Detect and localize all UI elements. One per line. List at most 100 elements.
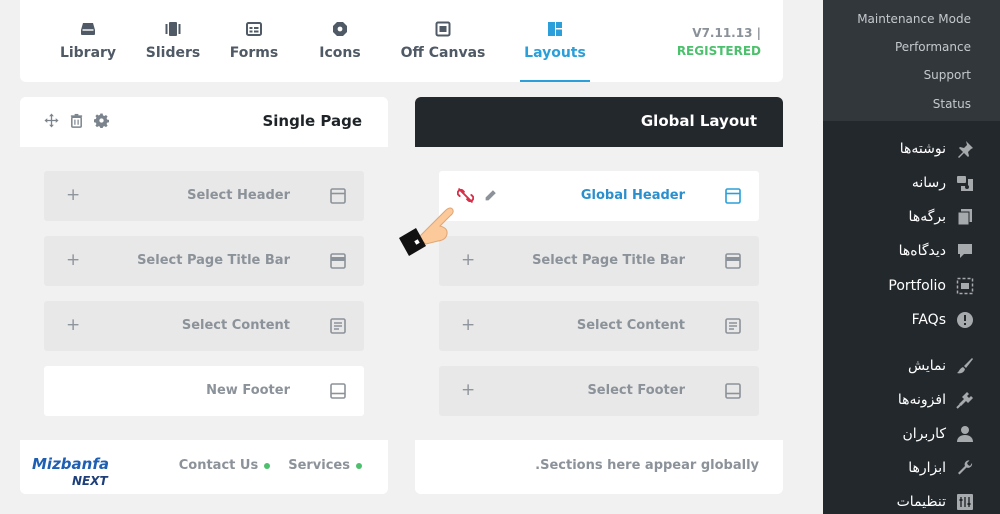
tab-library[interactable]: Library <box>40 0 136 82</box>
sidebar-item-settings[interactable]: تنظیمات <box>897 490 974 514</box>
sidebar-item-label: نمایش <box>907 358 946 374</box>
submenu-performance[interactable]: Performance <box>895 40 971 54</box>
settings-icon <box>957 494 973 510</box>
off-canvas-icon <box>435 21 451 37</box>
tab-off-canvas[interactable]: Off Canvas <box>396 0 490 82</box>
sidebar-item-appearance[interactable]: نمایش <box>908 354 974 378</box>
select-content-slot[interactable]: + Select Content <box>44 301 364 351</box>
unlink-icon[interactable] <box>457 187 474 204</box>
card-title: Single Page <box>262 112 362 130</box>
sidebar-item-label: نوشته‌ها <box>899 141 946 157</box>
move-icon[interactable] <box>44 113 59 128</box>
card-body: Global Header + Select Page Title Bar + … <box>415 147 783 440</box>
plus-icon[interactable]: + <box>461 250 475 270</box>
sidebar-item-comments[interactable]: دیدگاه‌ها <box>899 239 974 263</box>
contact-us-link[interactable]: Contact Us <box>178 458 271 473</box>
faq-icon <box>957 312 973 328</box>
card-header: Single Page <box>20 97 388 147</box>
sidebar-item-faqs[interactable]: FAQs <box>912 308 974 332</box>
tab-forms[interactable]: Forms <box>210 0 298 82</box>
card-footer: .Sections here appear globally <box>415 440 783 494</box>
submenu-status[interactable]: Status <box>933 97 971 111</box>
mizbanfa-logo: Mizbanfa NEXT <box>32 455 109 488</box>
card-title: Global Layout <box>640 112 757 130</box>
plus-icon[interactable]: + <box>66 250 80 270</box>
plus-icon[interactable]: + <box>66 315 80 335</box>
sliders-icon <box>165 22 181 36</box>
slot-label: Global Header <box>580 188 685 203</box>
library-icon <box>81 23 95 35</box>
content-section-icon <box>330 318 346 334</box>
sidebar-item-posts[interactable]: نوشته‌ها <box>900 137 974 161</box>
submenu-support[interactable]: Support <box>924 68 971 82</box>
slot-label: Select Header <box>187 188 290 203</box>
sidebar-item-tools[interactable]: ابزارها <box>908 456 974 480</box>
builder-tab-bar: Library Sliders Forms Icons Off Canvas L… <box>20 0 783 82</box>
sidebar-item-label: رسانه <box>911 175 946 191</box>
tab-icons[interactable]: Icons <box>296 0 384 82</box>
global-layout-card: Global Layout Global Header + Select Pag… <box>415 97 783 494</box>
plugin-icon <box>956 392 973 409</box>
logo-text: NEXT <box>72 474 108 488</box>
forms-icon <box>246 22 262 36</box>
services-link[interactable]: Services <box>288 458 362 473</box>
card-header: Global Layout <box>415 97 783 147</box>
select-footer-slot[interactable]: + Select Footer <box>439 366 759 416</box>
sidebar-item-label: ابزارها <box>908 460 946 476</box>
pencil-icon[interactable] <box>484 189 497 202</box>
registration-status: REGISTERED <box>676 44 761 58</box>
tab-label: Layouts <box>524 45 586 61</box>
global-header-slot[interactable]: Global Header <box>439 171 759 221</box>
sidebar-item-label: Portfolio <box>888 278 946 294</box>
pin-icon <box>958 141 973 158</box>
gear-icon[interactable] <box>94 113 109 128</box>
layouts-icon <box>548 22 562 36</box>
link-text: Contact Us <box>178 458 259 473</box>
select-content-slot[interactable]: + Select Content <box>439 301 759 351</box>
submenu-maintenance-mode[interactable]: Maintenance Mode <box>857 12 971 26</box>
slot-label: Select Page Title Bar <box>532 253 685 268</box>
sidebar-item-portfolio[interactable]: Portfolio <box>888 274 974 298</box>
tab-layouts[interactable]: Layouts <box>520 0 590 82</box>
logo-text: Mizbanfa <box>32 455 109 473</box>
status-dot <box>356 462 362 469</box>
title-bar-section-icon <box>725 253 741 269</box>
sidebar-item-label: افزونه‌ها <box>897 392 946 408</box>
plus-icon[interactable]: + <box>461 380 475 400</box>
slot-label: Select Content <box>181 318 290 333</box>
icons-icon <box>333 22 347 36</box>
slot-label: Select Footer <box>587 383 685 398</box>
sidebar-item-pages[interactable]: برگه‌ها <box>909 205 974 229</box>
version-number: V7.11.13 | <box>692 26 761 40</box>
sidebar-item-label: FAQs <box>911 312 946 328</box>
trash-icon[interactable] <box>69 113 84 128</box>
link-text: Services <box>288 458 350 473</box>
new-footer-slot[interactable]: New Footer <box>44 366 364 416</box>
tab-sliders[interactable]: Sliders <box>130 0 216 82</box>
select-header-slot[interactable]: + Select Header <box>44 171 364 221</box>
status-dot <box>264 462 271 469</box>
tab-label: Library <box>59 45 117 61</box>
tab-label: Forms <box>229 45 279 61</box>
media-icon <box>957 176 973 191</box>
plus-icon[interactable]: + <box>461 315 475 335</box>
header-section-icon <box>725 188 741 204</box>
footer-links: Contact Us Services <box>179 458 362 473</box>
card-body: + Select Header + Select Page Title Bar … <box>20 147 388 440</box>
card-actions <box>44 113 109 128</box>
plus-icon[interactable]: + <box>66 185 80 205</box>
comments-icon <box>958 244 972 258</box>
version-info: V7.11.13 | REGISTERED <box>677 24 761 60</box>
select-page-title-bar-slot[interactable]: + Select Page Title Bar <box>44 236 364 286</box>
admin-sidebar: Maintenance Mode Performance Support Sta… <box>823 0 1000 514</box>
header-section-icon <box>330 188 346 204</box>
tab-label: Icons <box>319 45 361 61</box>
wrench-icon <box>958 460 973 475</box>
global-note: .Sections here appear globally <box>535 458 759 473</box>
sidebar-item-media[interactable]: رسانه <box>912 171 974 195</box>
sidebar-item-users[interactable]: کاربران <box>903 422 974 446</box>
sidebar-item-plugins[interactable]: افزونه‌ها <box>898 388 974 412</box>
brush-icon <box>957 358 973 374</box>
footer-section-icon <box>725 383 741 399</box>
select-page-title-bar-slot[interactable]: + Select Page Title Bar <box>439 236 759 286</box>
